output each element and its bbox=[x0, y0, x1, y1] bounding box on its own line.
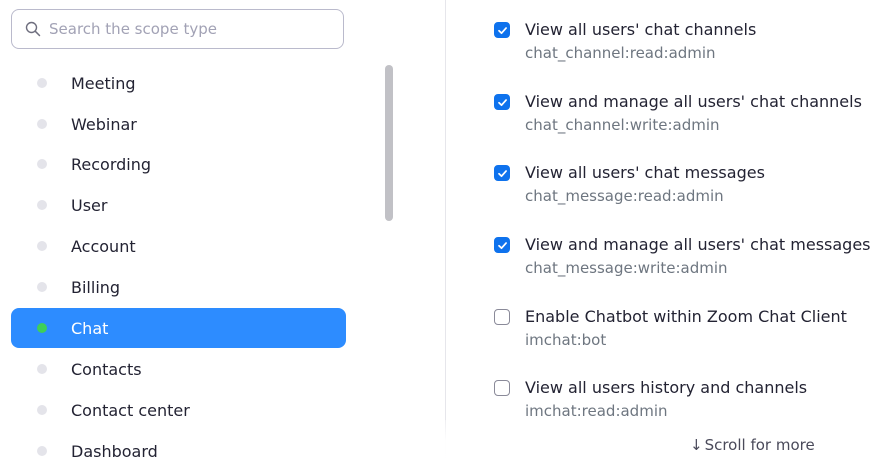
checkmark-icon bbox=[497, 241, 507, 249]
scope-search-field[interactable] bbox=[11, 9, 344, 49]
scope-option[interactable]: View all users' chat messages chat_messa… bbox=[494, 162, 878, 206]
checkbox-unchecked[interactable] bbox=[494, 309, 510, 325]
category-item-contact-center[interactable]: Contact center bbox=[11, 390, 346, 430]
category-item-account[interactable]: Account bbox=[11, 226, 346, 266]
checkmark-icon bbox=[497, 26, 507, 34]
status-dot bbox=[37, 364, 47, 374]
checkbox-unchecked[interactable] bbox=[494, 380, 510, 396]
panel-divider bbox=[445, 0, 446, 467]
scope-code: imchat:bot bbox=[525, 331, 607, 349]
category-label: Chat bbox=[71, 318, 109, 338]
scope-option[interactable]: View and manage all users' chat channels… bbox=[494, 91, 878, 135]
scroll-hint-label: Scroll for more bbox=[704, 436, 815, 454]
category-label: User bbox=[71, 195, 108, 215]
category-label: Contact center bbox=[71, 400, 190, 420]
scope-option[interactable]: View all users history and channels imch… bbox=[494, 377, 878, 421]
checkbox-checked[interactable] bbox=[494, 22, 510, 38]
category-label: Billing bbox=[71, 277, 121, 297]
scope-code: imchat:read:admin bbox=[525, 402, 668, 420]
category-item-meeting[interactable]: Meeting bbox=[11, 63, 346, 103]
category-item-webinar[interactable]: Webinar bbox=[11, 104, 346, 144]
category-label: Recording bbox=[71, 154, 152, 174]
scope-name: View all users' chat messages bbox=[525, 163, 765, 182]
scrollbar-thumb[interactable] bbox=[385, 65, 393, 221]
scope-name: View and manage all users' chat channels bbox=[525, 92, 862, 111]
status-dot bbox=[37, 323, 47, 333]
search-input[interactable] bbox=[49, 20, 343, 38]
scope-name: View and manage all users' chat messages bbox=[525, 235, 871, 254]
checkmark-icon bbox=[497, 98, 507, 106]
checkbox-checked[interactable] bbox=[494, 237, 510, 253]
category-label: Contacts bbox=[71, 359, 142, 379]
scope-name: Enable Chatbot within Zoom Chat Client bbox=[525, 307, 847, 326]
status-dot bbox=[37, 119, 47, 129]
scope-code: chat_message:write:admin bbox=[525, 259, 728, 277]
checkbox-checked[interactable] bbox=[494, 165, 510, 181]
search-icon bbox=[25, 21, 41, 37]
category-item-billing[interactable]: Billing bbox=[11, 267, 346, 307]
arrow-down-icon: ↓ bbox=[690, 436, 703, 454]
scope-category-list: Meeting Webinar Recording User Account B… bbox=[11, 62, 346, 467]
scope-code: chat_channel:read:admin bbox=[525, 44, 716, 62]
category-item-contacts[interactable]: Contacts bbox=[11, 349, 346, 389]
scope-code: chat_channel:write:admin bbox=[525, 116, 720, 134]
scope-option[interactable]: View and manage all users' chat messages… bbox=[494, 234, 878, 278]
status-dot bbox=[37, 405, 47, 415]
scope-option[interactable]: Enable Chatbot within Zoom Chat Client i… bbox=[494, 306, 878, 350]
status-dot bbox=[37, 78, 47, 88]
scope-code: chat_message:read:admin bbox=[525, 187, 724, 205]
category-label: Webinar bbox=[71, 114, 137, 134]
scroll-for-more-hint[interactable]: ↓ Scroll for more bbox=[690, 436, 815, 454]
status-dot bbox=[37, 446, 47, 456]
checkbox-checked[interactable] bbox=[494, 94, 510, 110]
status-dot bbox=[37, 241, 47, 251]
category-label: Account bbox=[71, 236, 136, 256]
status-dot bbox=[37, 200, 47, 210]
category-item-user[interactable]: User bbox=[11, 185, 346, 225]
checkmark-icon bbox=[497, 169, 507, 177]
category-item-recording[interactable]: Recording bbox=[11, 144, 346, 184]
category-label: Dashboard bbox=[71, 441, 158, 461]
scope-option[interactable]: View all users' chat channels chat_chann… bbox=[494, 19, 878, 63]
status-dot bbox=[37, 282, 47, 292]
category-item-chat[interactable]: Chat bbox=[11, 308, 346, 348]
category-item-dashboard[interactable]: Dashboard bbox=[11, 431, 346, 467]
scope-name: View all users history and channels bbox=[525, 378, 808, 397]
category-label: Meeting bbox=[71, 73, 136, 93]
scope-name: View all users' chat channels bbox=[525, 20, 757, 39]
status-dot bbox=[37, 159, 47, 169]
